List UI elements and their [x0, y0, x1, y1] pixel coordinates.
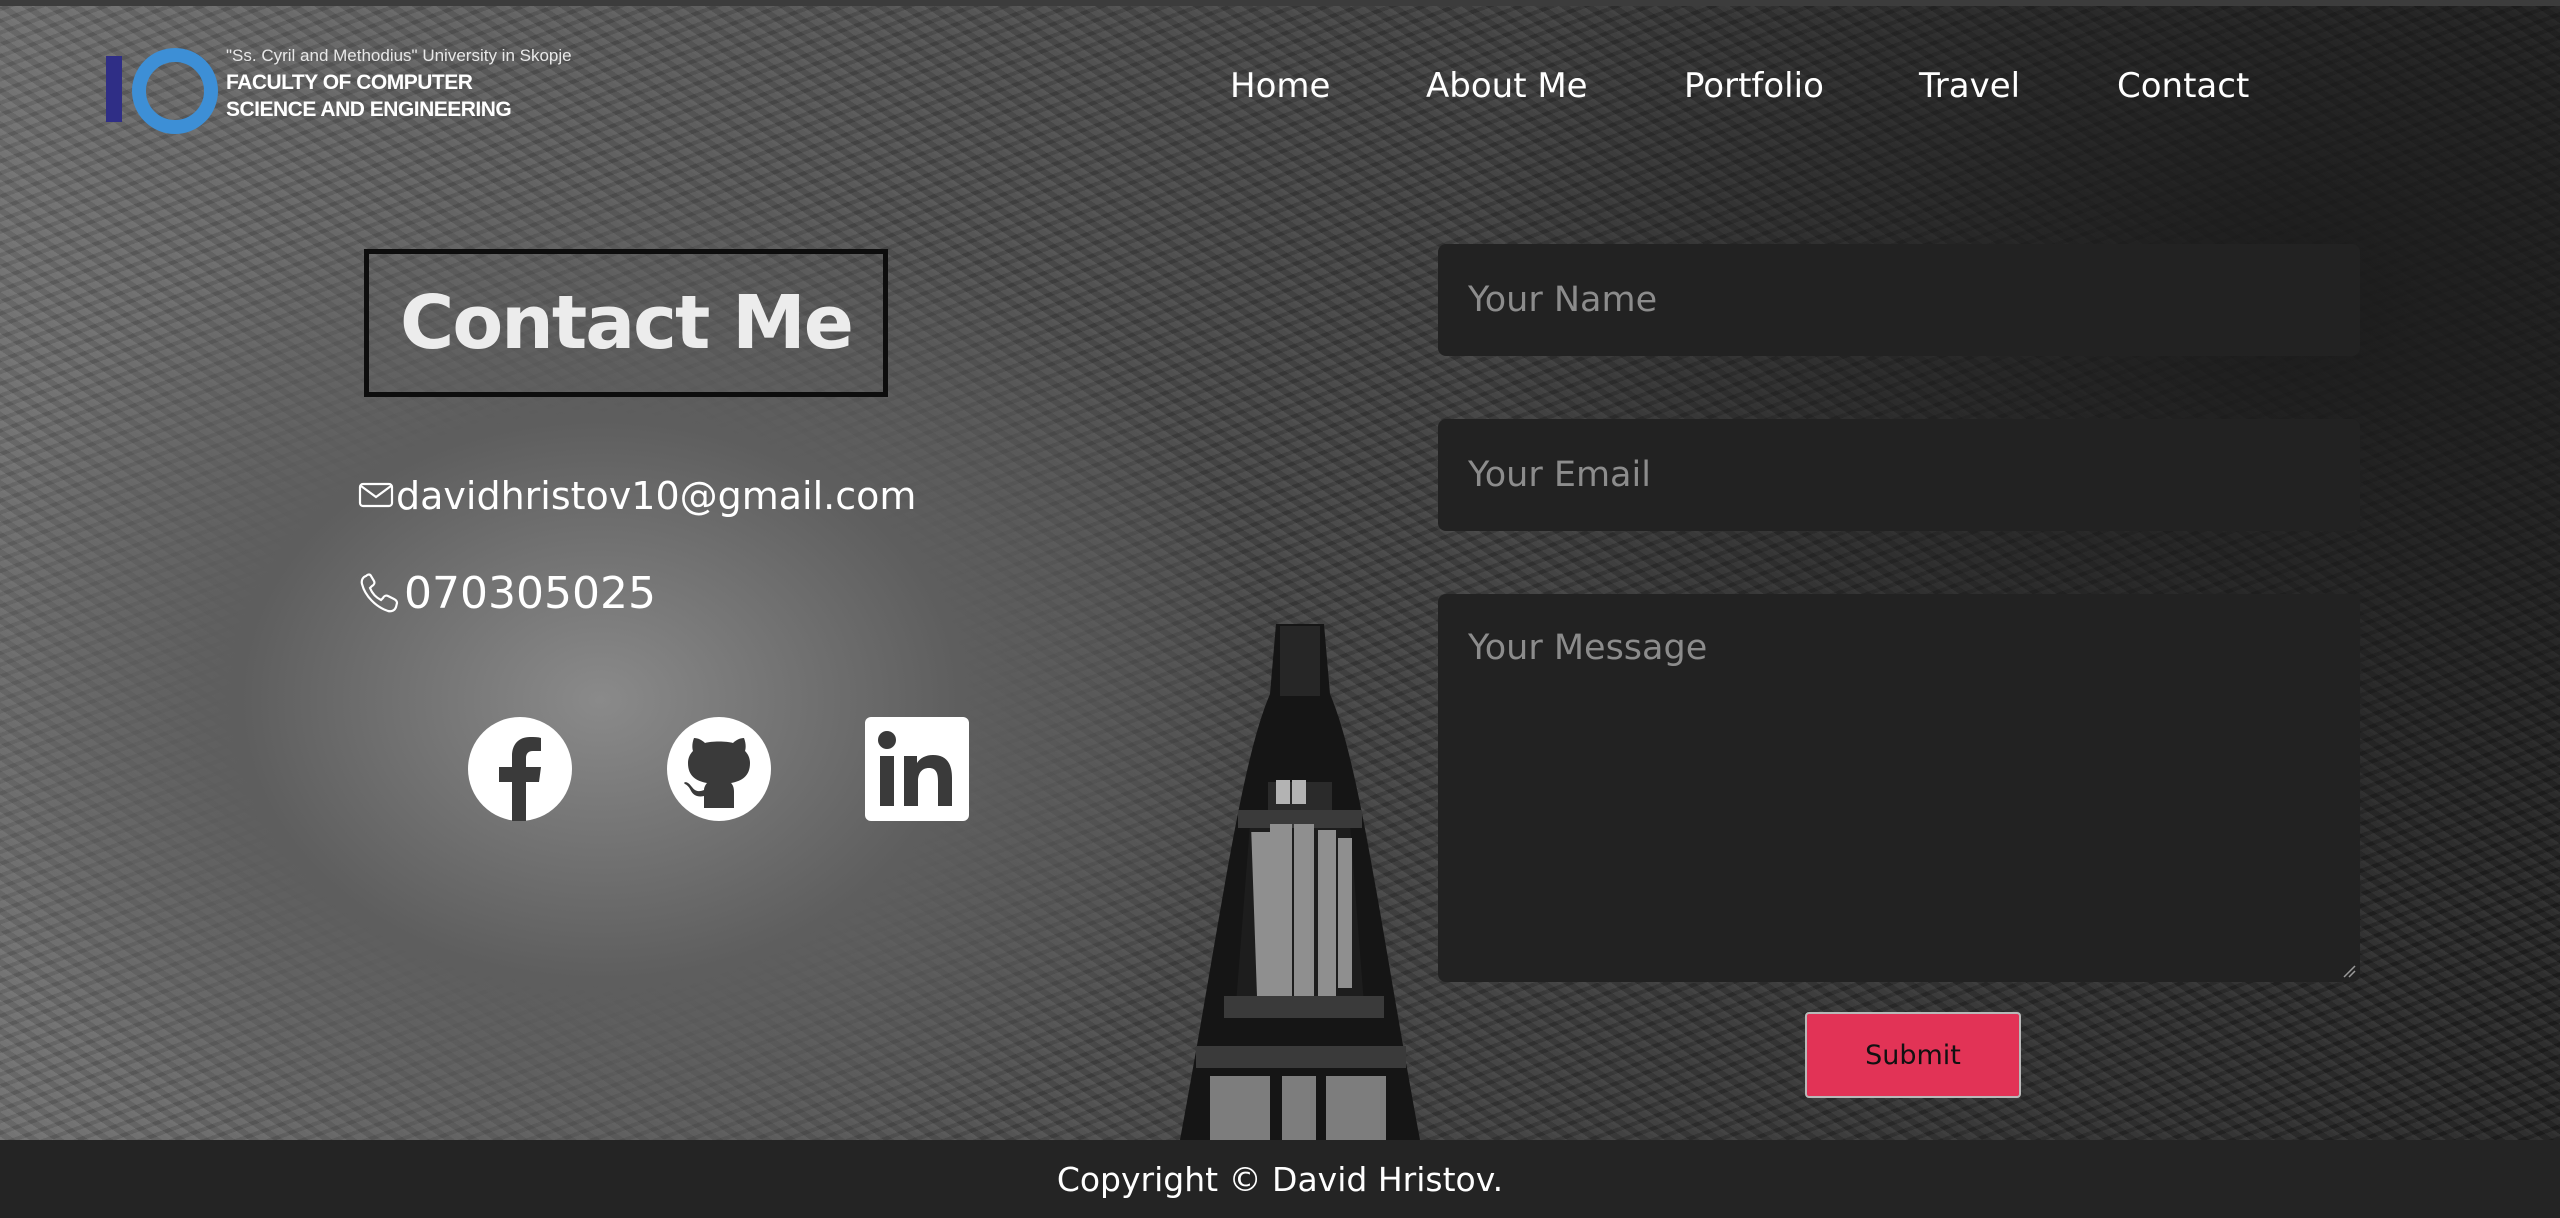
contact-title-box: Contact Me	[364, 249, 888, 397]
email-field[interactable]	[1438, 419, 2360, 531]
footer: Copyright © David Hristov.	[0, 1140, 2560, 1218]
phone-icon	[360, 572, 399, 612]
facebook-icon[interactable]	[467, 716, 573, 822]
logo-ring-mark	[132, 48, 218, 134]
contact-phone[interactable]: 070305025	[404, 568, 656, 619]
nav-home[interactable]: Home	[1230, 66, 1330, 106]
top-border	[0, 0, 2560, 6]
contact-phone-line: 070305025	[358, 568, 656, 619]
nav-portfolio[interactable]: Portfolio	[1684, 66, 1824, 106]
logo-bar-mark	[106, 56, 122, 122]
boat-image	[1180, 624, 1420, 1140]
hero-background: "Ss. Cyril and Methodius" University in …	[0, 0, 2560, 1140]
logo-faculty-line2: SCIENCE AND ENGINEERING	[226, 98, 512, 121]
contact-email[interactable]: davidhristov10@gmail.com	[396, 474, 916, 518]
page-title: Contact Me	[400, 280, 854, 366]
name-field[interactable]	[1438, 244, 2360, 356]
message-field[interactable]	[1438, 594, 2360, 982]
linkedin-icon[interactable]	[864, 716, 970, 822]
footer-copyright: Copyright © David Hristov.	[1056, 1159, 1504, 1199]
logo-faculty-line1: FACULTY OF COMPUTER	[226, 71, 473, 94]
logo-university-text: "Ss. Cyril and Methodius" University in …	[226, 46, 572, 65]
contact-email-line: davidhristov10@gmail.com	[358, 474, 916, 518]
submit-button[interactable]: Submit	[1805, 1012, 2021, 1098]
nav-contact[interactable]: Contact	[2117, 66, 2249, 106]
faculty-logo[interactable]: "Ss. Cyril and Methodius" University in …	[104, 40, 584, 134]
nav-travel[interactable]: Travel	[1919, 66, 2020, 106]
envelope-icon	[358, 482, 394, 508]
resize-handle-icon[interactable]	[2342, 964, 2356, 978]
nav-about-me[interactable]: About Me	[1426, 66, 1588, 106]
github-icon[interactable]	[666, 716, 772, 822]
